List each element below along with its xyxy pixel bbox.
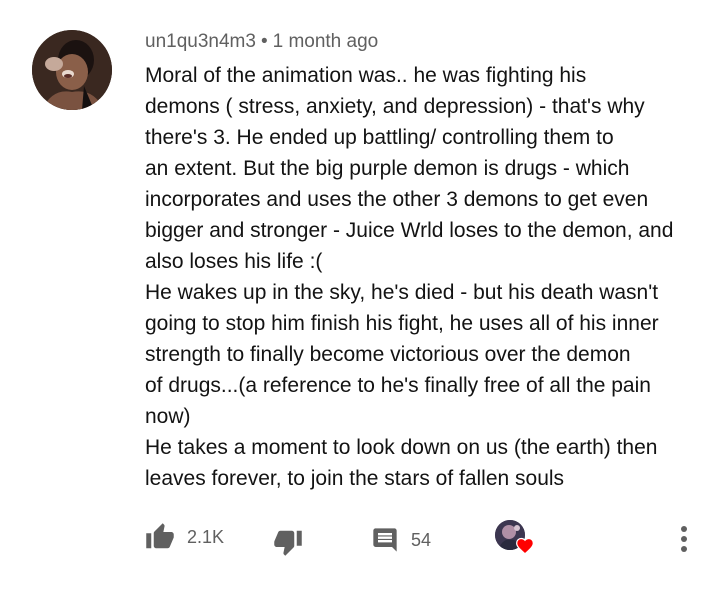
dislike-button[interactable] xyxy=(273,527,303,557)
reply-count: 54 xyxy=(411,529,432,550)
comment-line: leaves forever, to join the stars of fal… xyxy=(145,467,565,490)
creator-heart xyxy=(495,520,534,555)
header-separator: • xyxy=(260,31,268,52)
author-name[interactable]: un1qu3n4m3 xyxy=(145,31,256,52)
comment-text: Moral of the animation was.. he was figh… xyxy=(145,60,705,494)
creator-avatar xyxy=(495,520,534,555)
author-avatar-image xyxy=(32,30,112,110)
comment-line: strength to finally become victorious ov… xyxy=(145,343,631,366)
comment-header: un1qu3n4m3 • 1 month ago xyxy=(145,31,378,53)
more-vertical-icon xyxy=(681,526,687,552)
comment-line: of drugs...(a reference to he's finally … xyxy=(145,374,651,397)
comment-timestamp[interactable]: 1 month ago xyxy=(273,31,379,52)
comment-line: He takes a moment to look down on us (th… xyxy=(145,436,658,459)
like-button[interactable]: 2.1K xyxy=(145,522,224,552)
comment-line: incorporates and uses the other 3 demons… xyxy=(145,188,649,211)
comment-line: an extent. But the big purple demon is d… xyxy=(145,157,630,180)
reply-button[interactable]: 54 xyxy=(371,526,431,554)
comment-line: also loses his life :( xyxy=(145,250,323,273)
comment-line: He wakes up in the sky, he's died - but … xyxy=(145,281,659,304)
comment-line: now) xyxy=(145,405,191,428)
comment-line: demons ( stress, anxiety, and depression… xyxy=(145,95,645,118)
author-avatar[interactable] xyxy=(32,30,112,110)
comment-icon xyxy=(373,528,397,552)
comment-actions: 2.1K 54 xyxy=(0,518,720,562)
comment-line: going to stop him finish his fight, he u… xyxy=(145,312,659,335)
thumb-up-icon xyxy=(146,523,174,549)
more-options-button[interactable] xyxy=(678,524,690,554)
comment-line: bigger and stronger - Juice Wrld loses t… xyxy=(145,219,674,242)
like-count: 2.1K xyxy=(187,526,225,547)
thumb-down-icon xyxy=(274,530,302,556)
comment-line: there's 3. He ended up battling/ control… xyxy=(145,126,614,149)
heart-icon xyxy=(516,537,534,555)
comment-line: Moral of the animation was.. he was figh… xyxy=(145,64,587,87)
